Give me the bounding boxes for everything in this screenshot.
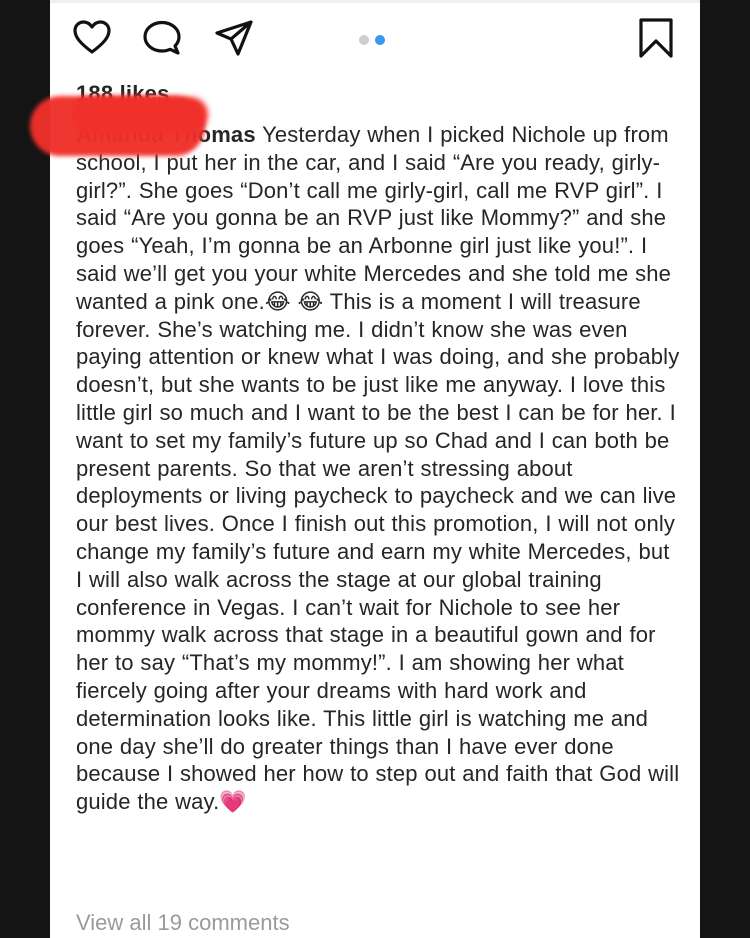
paper-plane-icon xyxy=(214,18,254,63)
heart-outline-icon xyxy=(72,18,112,63)
carousel-dot-active xyxy=(375,35,385,45)
post-action-bar xyxy=(50,0,700,80)
view-comments-link[interactable]: View all 19 comments xyxy=(76,908,290,938)
instagram-post-panel: 188 likes Amanda Thomas Yesterday when I… xyxy=(30,0,700,938)
share-button[interactable] xyxy=(212,18,256,62)
bookmark-outline-icon xyxy=(636,17,676,63)
screen-frame: 188 likes Amanda Thomas Yesterday when I… xyxy=(0,0,750,938)
redaction-mark-overlay xyxy=(72,97,208,132)
comment-button[interactable] xyxy=(140,18,184,62)
save-button[interactable] xyxy=(634,17,678,63)
post-caption: Amanda Thomas Yesterday when I picked Ni… xyxy=(76,121,680,816)
carousel-indicator xyxy=(359,34,391,46)
like-button[interactable] xyxy=(70,18,114,62)
caption-text: Yesterday when I picked Nichole up from … xyxy=(76,122,680,815)
speech-bubble-icon xyxy=(142,18,182,63)
carousel-dot xyxy=(359,35,369,45)
